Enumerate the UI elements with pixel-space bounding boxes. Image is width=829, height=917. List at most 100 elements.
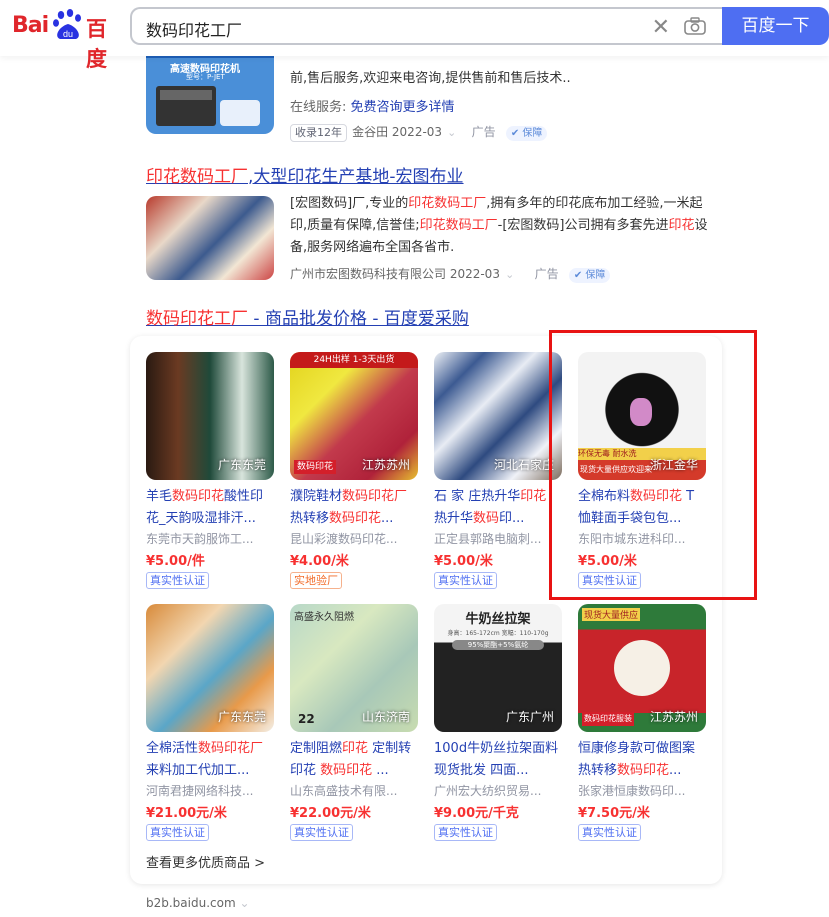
product-image[interactable]: 现货大量供应 数码印花服装 江苏苏州 [578, 604, 706, 732]
product-company: 张家港恒康数码印... [578, 784, 686, 798]
product-name-segment: 定制阻燃 [290, 741, 343, 756]
product-name-segment: ... [381, 511, 394, 526]
product-name-segment: 印... [499, 511, 525, 526]
product-badge: 实地验厂 [290, 572, 342, 589]
product-name-segment: 数码印花 [329, 511, 382, 526]
product-name-segment: 数码印花 [617, 763, 670, 778]
view-more-link[interactable]: 查看更多优质商品 > [146, 852, 265, 871]
online-service: 在线服务: 免费咨询更多详情 [290, 96, 455, 115]
chevron-down-icon[interactable]: ⌄ [239, 896, 249, 910]
product-image[interactable]: 广东东莞 [146, 352, 274, 480]
product-name-segment: 数码印花厂 [198, 741, 264, 756]
search-input[interactable]: 数码印花工厂 [146, 17, 242, 41]
logo-chinese: 百度 [86, 17, 107, 71]
product-image[interactable]: 牛奶丝拉架 身高：165-172cm 宽幅：110-170g 95%聚酯+5%氨纶广… [434, 604, 562, 732]
product-badge: 真实性认证 [146, 572, 209, 589]
product-image[interactable]: 河北石家庄 [434, 352, 562, 480]
desc-segment: 印花数码工厂 [419, 218, 498, 233]
clear-icon[interactable]: ✕ [652, 15, 670, 40]
highlight-box [549, 330, 757, 600]
product-badge: 真实性认证 [434, 824, 497, 841]
product-label: 数码印花服装 [582, 712, 634, 726]
santa-print [614, 640, 670, 696]
product-name-segment: ... [669, 763, 682, 778]
product-image[interactable]: 高盛永久阻燃 22 山东济南 [290, 604, 418, 732]
product-sub: 95%聚酯+5%氨纶 [452, 640, 544, 650]
ad-label: 广告 [534, 267, 559, 281]
product-location: 广东东莞 [217, 710, 266, 724]
product-company: 广州宏大纺织贸易... [434, 784, 542, 798]
desc-segment: [宏图数码]厂,专业的 [290, 196, 409, 211]
product-name-segment: 羊毛 [146, 489, 173, 504]
product-number: 22 [298, 712, 315, 726]
desc-segment: -[宏图数码]公司拥有多套先进 [497, 218, 669, 233]
product-name-segment: ... [372, 763, 389, 778]
online-label: 在线服务: [290, 100, 347, 115]
result-3-title[interactable]: 数码印花工厂 - 商品批发价格 - 百度爱采购 [146, 304, 469, 329]
product-name-segment: 石 家 庄热升华 [434, 489, 521, 504]
product-company: 河南君捷网络科技... [146, 784, 254, 798]
product-badge: 真实性认证 [290, 824, 353, 841]
camera-icon[interactable] [684, 17, 706, 35]
search-button[interactable]: 百度一下 [722, 7, 829, 45]
result-2-thumb[interactable] [146, 196, 274, 280]
product-location: 江苏苏州 [361, 458, 410, 472]
product-name[interactable]: 恒康修身款可做图案热转移数码印花... [578, 738, 706, 782]
product-price: ¥7.50元/米 [578, 806, 650, 821]
product-location: 广东东莞 [217, 458, 266, 472]
product-card[interactable]: 广东东莞全棉活性数码印花厂来料加工代加工... 河南君捷网络科技... ¥21.00… [146, 604, 274, 841]
product-name-segment: 100d牛奶丝拉架面料现货批发 四面... [434, 741, 559, 778]
product-banner: 牛奶丝拉架 [465, 612, 531, 627]
result-2-title[interactable]: 印花数码工厂,大型印花生产基地-宏图布业 [146, 162, 464, 187]
result-2-meta: 广州市宏图数码科技有限公司 2022-03 ⌄ 广告 ✔ 保障 [290, 263, 611, 283]
product-card[interactable]: 河北石家庄石 家 庄热升华印花 热升华数码印... 正定县郭路电脑刺... ¥5.0… [434, 352, 562, 589]
thumb-sub: 型号：P-JET [186, 73, 225, 81]
desc-segment: 印花数码工厂 [408, 196, 487, 211]
product-card[interactable]: 广东东莞羊毛数码印花酸性印花_天韵吸湿排汗... 东莞市天韵服饰工... ¥5.00… [146, 352, 274, 589]
product-price: ¥21.00元/米 [146, 806, 227, 821]
product-image[interactable]: 广东东莞 [146, 604, 274, 732]
product-name-segment: 热升华 [434, 511, 474, 526]
product-name[interactable]: 羊毛数码印花酸性印花_天韵吸湿排汗... [146, 486, 274, 530]
product-badge: 真实性认证 [434, 572, 497, 589]
product-badge: 真实性认证 [146, 824, 209, 841]
product-name[interactable]: 100d牛奶丝拉架面料现货批发 四面... [434, 738, 562, 782]
chevron-down-icon[interactable]: ⌄ [447, 126, 456, 139]
logo-bai: Bai [12, 13, 49, 38]
product-card[interactable]: 现货大量供应 数码印花服装 江苏苏州恒康修身款可做图案热转移数码印花... 张家港恒康… [578, 604, 706, 841]
product-card[interactable]: 牛奶丝拉架 身高：165-172cm 宽幅：110-170g 95%聚酯+5%氨纶广… [434, 604, 562, 841]
chevron-down-icon[interactable]: ⌄ [505, 268, 514, 281]
online-link[interactable]: 免费咨询更多详情 [351, 100, 455, 115]
baidu-logo[interactable]: Bai du 百度 [12, 9, 118, 71]
product-card[interactable]: 高盛永久阻燃 22 山东济南 定制阻燃印花 定制转印花 数码印花 ... 山东高盛技术有… [290, 604, 418, 841]
ad-label: 广告 [471, 125, 496, 139]
product-price: ¥9.00元/千克 [434, 806, 519, 821]
product-location: 河北石家庄 [493, 458, 554, 472]
result-2-company: 广州市宏图数码科技有限公司 2022-03 [290, 267, 500, 281]
guarantee-badge: ✔ 保障 [505, 126, 548, 141]
product-image[interactable]: 24H出样 1-3天出货 数码印花 江苏苏州 [290, 352, 418, 480]
product-location: 广东广州 [505, 710, 554, 724]
product-name-segment: 数码 [473, 511, 500, 526]
product-name-segment: 印花 [520, 489, 547, 504]
product-name[interactable]: 石 家 庄热升华印花 热升华数码印... [434, 486, 562, 530]
product-name[interactable]: 濮院鞋材数码印花厂热转移数码印花... [290, 486, 418, 530]
product-name[interactable]: 定制阻燃印花 定制转印花 数码印花 ... [290, 738, 418, 782]
product-price: ¥22.00元/米 [290, 806, 371, 821]
product-name[interactable]: 全棉活性数码印花厂来料加工代加工... [146, 738, 274, 782]
product-name-segment: 印花 [342, 741, 369, 756]
product-location: 山东济南 [361, 710, 410, 724]
product-name-segment: 数码印花 [320, 763, 373, 778]
product-price: ¥5.00/件 [146, 554, 205, 569]
product-price: ¥4.00/米 [290, 554, 349, 569]
indexed-tag: 收录12年 [290, 124, 347, 142]
result-1-thumb[interactable]: 高速数码印花机 型号：P-JET [146, 44, 274, 134]
product-name-segment: 全棉活性 [146, 741, 199, 756]
paw-icon: du [53, 9, 81, 39]
product-company: 东莞市天韵服饰工... [146, 532, 254, 546]
search-box[interactable]: 数码印花工厂 ✕ [130, 7, 722, 45]
logo-du: du [63, 29, 73, 39]
product-card[interactable]: 24H出样 1-3天出货 数码印花 江苏苏州 濮院鞋材数码印花厂热转移数码印花... 昆… [290, 352, 418, 589]
product-name-segment: 来料加工代加工... [146, 763, 250, 778]
product-banner: 高盛永久阻燃 [294, 612, 354, 623]
